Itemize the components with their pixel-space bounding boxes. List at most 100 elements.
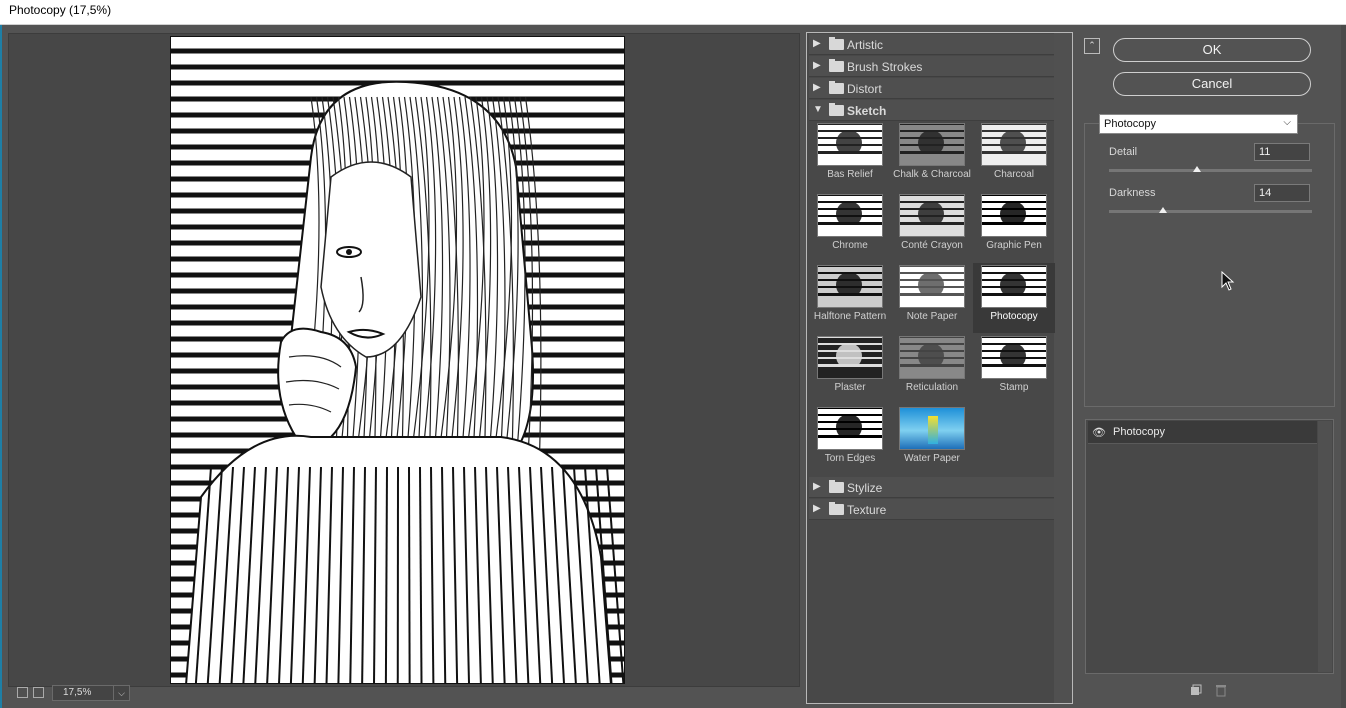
darkness-label: Darkness bbox=[1109, 187, 1156, 199]
filter-preview-image bbox=[817, 336, 883, 379]
filter-thumb-torn-edges[interactable]: Torn Edges bbox=[809, 405, 891, 475]
zoom-value: 17,5% bbox=[63, 687, 92, 698]
chevron-down-icon[interactable]: ⌵ bbox=[113, 686, 129, 700]
category-label: Distort bbox=[847, 82, 882, 96]
effect-layers-panel bbox=[1085, 419, 1334, 674]
window-title: Photocopy (17,5%) bbox=[9, 3, 112, 17]
filter-preview-image bbox=[981, 194, 1047, 237]
filter-thumb-label: Charcoal bbox=[993, 169, 1035, 180]
filter-thumb-note-paper[interactable]: Note Paper bbox=[891, 263, 973, 333]
darkness-input[interactable]: 14 bbox=[1254, 184, 1310, 202]
triangle-right-icon[interactable]: ▶ bbox=[813, 60, 821, 71]
filter-thumb-chrome[interactable]: Chrome bbox=[809, 192, 891, 262]
filter-thumb-reticulation[interactable]: Reticulation bbox=[891, 334, 973, 404]
zoom-select[interactable]: 17,5% ⌵ bbox=[52, 685, 130, 701]
category-brush-strokes[interactable]: ▶ Brush Strokes bbox=[809, 56, 1054, 77]
gallery-scrollbar[interactable] bbox=[1054, 33, 1072, 703]
detail-input[interactable]: 11 bbox=[1254, 143, 1310, 161]
ok-button[interactable]: OK bbox=[1113, 38, 1311, 62]
filter-select-value: Photocopy bbox=[1104, 118, 1156, 130]
filter-thumb-label: Water Paper bbox=[904, 453, 960, 464]
category-distort[interactable]: ▶ Distort bbox=[809, 78, 1054, 99]
detail-slider-thumb[interactable] bbox=[1193, 166, 1202, 172]
filter-preview-image bbox=[899, 336, 965, 379]
filter-preview-image bbox=[817, 123, 883, 166]
photocopy-preview-artwork bbox=[171, 37, 624, 683]
window-right-edge bbox=[1341, 25, 1346, 708]
detail-slider-track[interactable] bbox=[1109, 169, 1312, 172]
category-texture[interactable]: ▶ Texture bbox=[809, 499, 1054, 520]
chevron-down-icon: ⌵ bbox=[1283, 117, 1291, 128]
filter-thumb-graphic-pen[interactable]: Graphic Pen bbox=[973, 192, 1055, 262]
filter-preview-image bbox=[981, 265, 1047, 308]
filter-preview-image bbox=[899, 194, 965, 237]
filter-preview-image bbox=[899, 265, 965, 308]
filter-preview-image bbox=[981, 336, 1047, 379]
filter-preview-image bbox=[981, 123, 1047, 166]
folder-icon bbox=[829, 502, 844, 515]
window-accent-border bbox=[0, 25, 2, 708]
mouse-pointer-icon bbox=[1221, 271, 1235, 291]
filter-preview-image bbox=[817, 194, 883, 237]
category-stylize[interactable]: ▶ Stylize bbox=[809, 477, 1054, 498]
cancel-button[interactable]: Cancel bbox=[1113, 72, 1311, 96]
filter-thumb-label: Graphic Pen bbox=[986, 240, 1042, 251]
trash-icon[interactable] bbox=[1215, 684, 1227, 697]
category-label: Artistic bbox=[847, 38, 883, 52]
filter-thumb-label: Chrome bbox=[832, 240, 868, 251]
filter-thumb-label: Stamp bbox=[999, 382, 1029, 393]
preview-bottom-bar: 17,5% ⌵ bbox=[8, 685, 800, 703]
triangle-right-icon[interactable]: ▶ bbox=[813, 503, 821, 514]
filter-thumb-label: Torn Edges bbox=[824, 453, 876, 464]
new-effect-layer-icon[interactable] bbox=[1190, 684, 1202, 696]
collapse-gallery-icon[interactable]: ⌃ bbox=[1084, 38, 1100, 54]
filter-preview-image bbox=[817, 407, 883, 450]
triangle-right-icon[interactable]: ▶ bbox=[813, 38, 821, 49]
darkness-slider-thumb[interactable] bbox=[1158, 207, 1167, 213]
filter-thumb-chalk-charcoal[interactable]: Chalk & Charcoal bbox=[891, 121, 973, 191]
filter-thumb-label: Halftone Pattern bbox=[813, 311, 887, 322]
filter-gallery[interactable]: ▶ Artistic ▶ Brush Strokes ▶ Distort ▼ Sketch B… bbox=[806, 32, 1073, 704]
folder-icon bbox=[829, 480, 844, 493]
filter-thumb-label: Conté Crayon bbox=[901, 240, 963, 251]
filter-thumb-plaster[interactable]: Plaster bbox=[809, 334, 891, 404]
category-label: Sketch bbox=[847, 104, 887, 118]
triangle-down-icon[interactable]: ▼ bbox=[813, 104, 823, 115]
category-label: Stylize bbox=[847, 481, 883, 495]
zoom-out-button[interactable] bbox=[17, 687, 28, 698]
filter-thumb-charcoal[interactable]: Charcoal bbox=[973, 121, 1055, 191]
filter-thumb-label: Photocopy bbox=[990, 311, 1038, 322]
filter-thumb-label: Plaster bbox=[834, 382, 866, 393]
filter-thumb-label: Note Paper bbox=[906, 311, 958, 322]
effect-layer-name: Photocopy bbox=[1113, 426, 1165, 438]
filter-thumb-stamp[interactable]: Stamp bbox=[973, 334, 1055, 404]
preview-image[interactable] bbox=[170, 36, 625, 684]
filter-thumb-halftone-pattern[interactable]: Halftone Pattern bbox=[809, 263, 891, 333]
folder-icon bbox=[829, 81, 844, 94]
folder-icon bbox=[829, 103, 844, 116]
filter-thumb-label: Chalk & Charcoal bbox=[893, 169, 971, 180]
detail-label: Detail bbox=[1109, 146, 1138, 158]
filter-thumb-photocopy[interactable]: Photocopy bbox=[973, 263, 1055, 333]
filter-settings-panel bbox=[1084, 123, 1335, 407]
eye-icon[interactable]: 👁 bbox=[1092, 426, 1106, 439]
darkness-slider-track[interactable] bbox=[1109, 210, 1312, 213]
filter-thumb-cont-crayon[interactable]: Conté Crayon bbox=[891, 192, 973, 262]
filter-preview-image bbox=[817, 265, 883, 308]
folder-icon bbox=[829, 59, 844, 72]
triangle-right-icon[interactable]: ▶ bbox=[813, 82, 821, 93]
layers-scrollbar[interactable] bbox=[1318, 421, 1332, 672]
filter-thumb-water-paper[interactable]: Water Paper bbox=[891, 405, 973, 475]
filter-thumb-label: Reticulation bbox=[905, 382, 959, 393]
folder-icon bbox=[829, 37, 844, 50]
triangle-right-icon[interactable]: ▶ bbox=[813, 481, 821, 492]
category-artistic[interactable]: ▶ Artistic bbox=[809, 34, 1054, 55]
filter-select[interactable]: Photocopy ⌵ bbox=[1099, 114, 1298, 134]
zoom-in-button[interactable] bbox=[33, 687, 44, 698]
filter-preview-image bbox=[899, 407, 965, 450]
filter-thumb-bas-relief[interactable]: Bas Relief bbox=[809, 121, 891, 191]
category-label: Brush Strokes bbox=[847, 60, 923, 74]
category-sketch[interactable]: ▼ Sketch bbox=[809, 100, 1054, 121]
effect-layer-row[interactable]: 👁 Photocopy bbox=[1088, 421, 1317, 443]
layer-divider bbox=[1088, 443, 1317, 444]
